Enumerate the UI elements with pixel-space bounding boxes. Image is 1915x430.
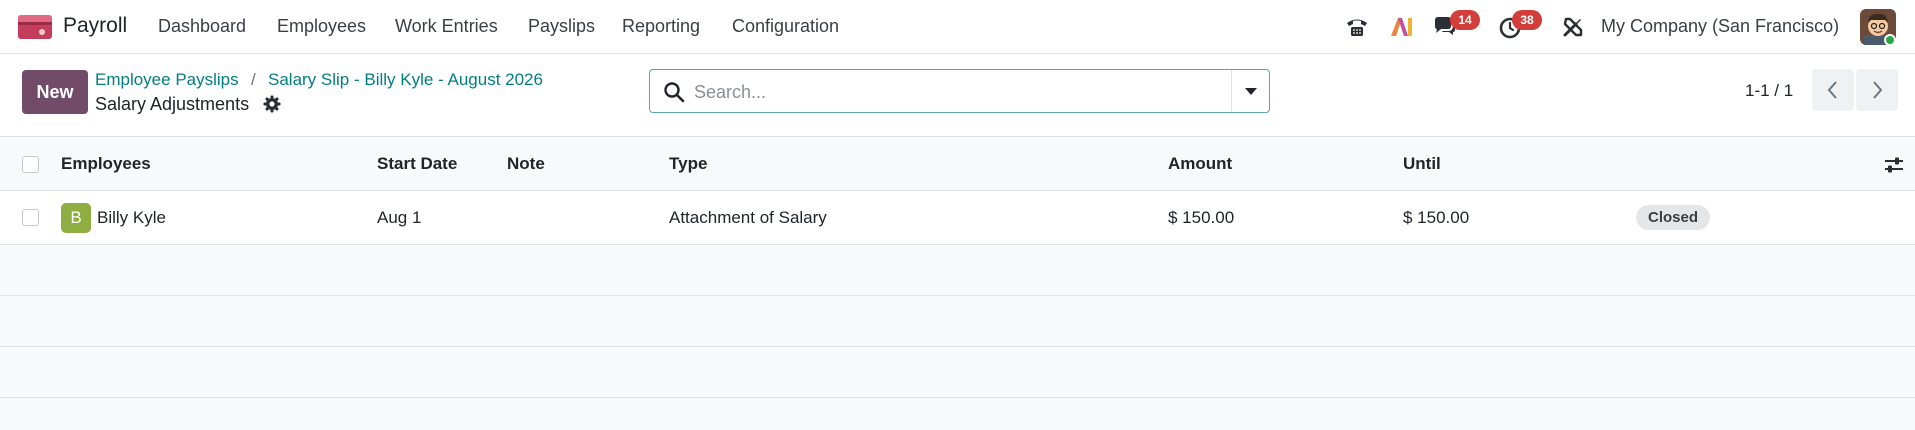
phone-icon[interactable]: [1344, 14, 1370, 40]
messages-badge: 14: [1450, 10, 1480, 30]
start-date-cell: Aug 1: [377, 207, 422, 227]
online-status-dot: [1884, 34, 1896, 46]
empty-row: [0, 296, 1915, 347]
empty-row: [0, 398, 1915, 430]
menu-payslips[interactable]: Payslips: [528, 16, 595, 37]
search-input[interactable]: [694, 78, 1194, 106]
optional-columns-icon[interactable]: [1884, 156, 1904, 174]
top-navbar: Payroll Dashboard Employees Work Entries…: [0, 0, 1915, 54]
column-start-date[interactable]: Start Date: [377, 138, 457, 190]
menu-configuration[interactable]: Configuration: [732, 16, 839, 37]
breadcrumb-separator: /: [251, 70, 256, 89]
new-button[interactable]: New: [22, 70, 88, 114]
search-icon: [663, 81, 685, 103]
column-until[interactable]: Until: [1403, 138, 1441, 190]
row-checkbox[interactable]: [22, 209, 39, 226]
menu-dashboard[interactable]: Dashboard: [158, 16, 246, 37]
status-badge: Closed: [1636, 205, 1711, 230]
amount-cell: $ 150.00: [1168, 207, 1235, 227]
until-cell: $ 150.00: [1403, 207, 1470, 227]
employee-cell: B Billy Kyle: [61, 191, 166, 244]
payroll-app-icon[interactable]: [18, 13, 52, 41]
employee-avatar: B: [61, 202, 91, 233]
activities-badge: 38: [1512, 10, 1542, 30]
pager-value[interactable]: 1-1 / 1: [1745, 81, 1793, 101]
gear-icon[interactable]: [263, 95, 281, 113]
control-panel: New Employee Payslips / Salary Slip - Bi…: [0, 55, 1915, 137]
page-title: Salary Adjustments: [95, 94, 250, 114]
search-bar: [649, 69, 1270, 113]
table-header: Employees Start Date Note Type Amount Un…: [0, 138, 1915, 191]
column-employees[interactable]: Employees: [61, 138, 151, 190]
app-name[interactable]: Payroll: [63, 14, 127, 38]
menu-reporting[interactable]: Reporting: [622, 16, 700, 37]
tools-icon[interactable]: [1560, 14, 1586, 40]
search-options-toggle[interactable]: [1232, 70, 1270, 112]
pager-next-button[interactable]: [1856, 69, 1898, 111]
employee-name: Billy Kyle: [97, 207, 166, 227]
empty-row: [0, 245, 1915, 296]
type-cell: Attachment of Salary: [669, 207, 827, 227]
breadcrumb-employee-payslips[interactable]: Employee Payslips: [95, 70, 239, 90]
status-cell: Closed: [1636, 191, 1711, 244]
ai-icon[interactable]: [1388, 14, 1414, 40]
column-type[interactable]: Type: [669, 138, 707, 190]
menu-employees[interactable]: Employees: [277, 16, 366, 37]
breadcrumb-salary-slip[interactable]: Salary Slip - Billy Kyle - August 2026: [268, 70, 543, 90]
company-switcher[interactable]: My Company (San Francisco): [1601, 16, 1839, 37]
list-view: Employees Start Date Note Type Amount Un…: [0, 138, 1915, 430]
column-note[interactable]: Note: [507, 138, 545, 190]
menu-work-entries[interactable]: Work Entries: [395, 16, 498, 37]
empty-row: [0, 347, 1915, 398]
table-row[interactable]: B Billy Kyle Aug 1 Attachment of Salary …: [0, 191, 1915, 245]
chevron-left-icon: [1827, 81, 1837, 99]
chevron-right-icon: [1873, 81, 1883, 99]
select-all-checkbox[interactable]: [22, 156, 39, 173]
column-amount[interactable]: Amount: [1168, 138, 1232, 190]
pager-previous-button[interactable]: [1812, 69, 1854, 111]
